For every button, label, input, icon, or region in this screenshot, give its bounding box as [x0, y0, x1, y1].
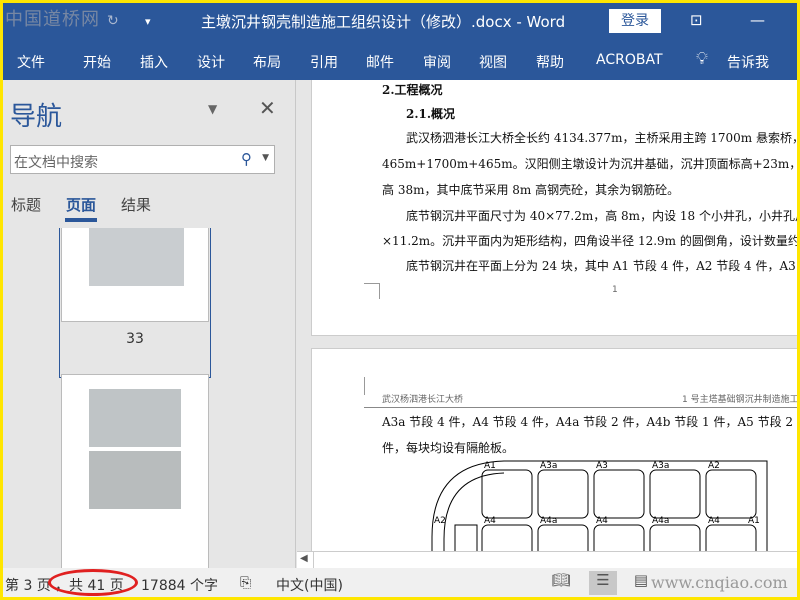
margin-mark	[364, 377, 365, 395]
customize-quick-access-icon[interactable]: ▾	[145, 15, 151, 28]
horizontal-scrollbar[interactable]: ◀	[297, 551, 797, 569]
nav-search-input[interactable]: 在文档中搜索 ⚲ ▼	[10, 145, 275, 174]
page-thumbnail-34[interactable]	[61, 374, 209, 568]
diagram-label: A4	[484, 516, 496, 526]
search-icon[interactable]: ⚲	[241, 150, 252, 168]
nav-title: 导航	[10, 102, 63, 132]
diagram-label: A3a	[652, 461, 669, 471]
thumbnail-image	[89, 389, 181, 447]
status-bar: 第 3 页 ，共 41 页 17884 个字 ⎘ 中文(中国) 📖︎ ☰ ▤ w…	[3, 568, 797, 597]
tab-mailings[interactable]: 邮件	[366, 52, 394, 72]
header-left: 武汉杨泗港长江大桥	[382, 395, 464, 405]
word-count[interactable]: 17884 个字	[141, 575, 218, 595]
thumbnail-image	[89, 451, 181, 509]
nav-tab-pages[interactable]: 页面	[66, 194, 96, 215]
tab-view[interactable]: 视图	[479, 52, 507, 72]
tell-me-button[interactable]: 告诉我	[727, 52, 769, 72]
caisson-plan-diagram: A1 A3a A3 A3a A2 A2 A4 A4a A4 A4a A4 A1	[431, 460, 768, 551]
search-placeholder: 在文档中搜索	[14, 155, 98, 171]
thumbnail-image	[89, 228, 184, 286]
ribbon-display-options-icon[interactable]: ⊡	[690, 11, 703, 29]
diagram-label: A4	[708, 516, 720, 526]
tab-references[interactable]: 引用	[310, 52, 338, 72]
redo-icon[interactable]: ↻	[107, 13, 119, 29]
paragraph-line: 底节钢沉井在平面上分为 24 块，其中 A1 节段 4 件，A2 节段 4 件，…	[406, 259, 797, 273]
paragraph-line: 底节钢沉井平面尺寸为 40×77.2m，高 8m，内设 18 个小井孔，小井孔尺…	[406, 209, 797, 223]
heading-2: 2.工程概况	[382, 83, 443, 97]
tab-help[interactable]: 帮助	[536, 52, 564, 72]
read-mode-icon[interactable]: 📖︎	[547, 571, 575, 595]
header-right: 1 号主塔基础钢沉井制造施工	[682, 395, 797, 405]
tab-design[interactable]: 设计	[197, 52, 225, 72]
nav-close-icon[interactable]: ✕	[259, 96, 276, 120]
paragraph-line: 高 38m，其中底节采用 8m 高钢壳砼，其余为钢筋砼。	[382, 183, 680, 197]
tab-acrobat[interactable]: ACROBAT	[596, 52, 663, 68]
page-footer-number: 1	[612, 285, 618, 295]
minimize-button[interactable]: —	[750, 11, 765, 29]
tab-file[interactable]: 文件	[17, 52, 45, 72]
paragraph-line: 武汉杨泗港长江大桥全长约 4134.377m，主桥采用主跨 1700m 悬索桥，…	[406, 131, 797, 145]
scroll-left-icon[interactable]: ◀	[300, 553, 308, 564]
page-thumbnails: 33	[59, 228, 211, 568]
tab-review[interactable]: 审阅	[423, 52, 451, 72]
margin-mark	[364, 283, 380, 299]
tab-insert[interactable]: 插入	[140, 52, 168, 72]
word-window: 中国道桥网 ↻ ▾ 主墩沉井钢壳制造施工组织设计（修改）.docx - Word…	[3, 3, 797, 597]
paragraph-line: 465m+1700m+465m。汉阳侧主墩设计为沉井基础，沉井顶面标高+23m，…	[382, 157, 797, 171]
page-thumbnail-33[interactable]	[61, 228, 209, 322]
login-button[interactable]: 登录	[609, 9, 661, 33]
diagram-label: A2	[708, 461, 720, 471]
watermark-logo: 中国道桥网	[5, 9, 100, 30]
paragraph-line: A3a 节段 4 件，A4 节段 4 件，A4a 节段 2 件，A4b 节段 1…	[382, 415, 797, 429]
title-bar: 中国道桥网 ↻ ▾ 主墩沉井钢壳制造施工组织设计（修改）.docx - Word…	[3, 3, 797, 40]
document-title: 主墩沉井钢壳制造施工组织设计（修改）.docx - Word	[201, 13, 566, 31]
paragraph-line: 件，每块均设有隔舱板。	[382, 441, 515, 455]
diagram-label: A3	[596, 461, 608, 471]
nav-tab-headings[interactable]: 标题	[11, 194, 41, 215]
search-options-icon[interactable]: ▼	[262, 153, 269, 163]
ribbon-tabs: 文件 开始 插入 设计 布局 引用 邮件 审阅 视图 帮助 ACROBAT 💡︎…	[3, 40, 797, 80]
document-area[interactable]: 2.工程概况 2.1.概况 武汉杨泗港长江大桥全长约 4134.377m，主桥采…	[297, 80, 797, 551]
navigation-pane: 导航 ▼ ✕ 在文档中搜索 ⚲ ▼ 标题 页面 结果 33	[3, 80, 296, 568]
paragraph-line: ×11.2m。沉井平面内为矩形结构，四角设半径 12.9m 的圆倒角，设计数量约…	[382, 234, 797, 248]
diagram-label: A4a	[652, 516, 669, 526]
proofing-icon[interactable]: ⎘	[240, 575, 251, 591]
diagram-label: A1	[484, 461, 496, 471]
active-tab-indicator	[65, 218, 97, 222]
diagram-label: A3a	[540, 461, 557, 471]
diagram-label: A4	[596, 516, 608, 526]
diagram-label: A1	[748, 516, 760, 526]
scroll-track[interactable]	[313, 552, 797, 569]
highlight-circle	[48, 569, 138, 596]
page-indicator[interactable]: 第 3 页	[5, 575, 51, 595]
page-2: 武汉杨泗港长江大桥 1 号主塔基础钢沉井制造施工 A3a 节段 4 件，A4 节…	[311, 348, 797, 551]
print-layout-icon[interactable]: ☰	[589, 571, 617, 595]
heading-2-1: 2.1.概况	[406, 107, 456, 121]
nav-tab-results[interactable]: 结果	[121, 194, 151, 215]
lightbulb-icon[interactable]: 💡︎	[696, 49, 708, 69]
tab-home[interactable]: 开始	[83, 52, 111, 72]
diagram-label: A4a	[540, 516, 557, 526]
tab-layout[interactable]: 布局	[253, 52, 281, 72]
thumbnail-page-number: 33	[126, 331, 144, 347]
diagram-label: A2	[434, 516, 446, 526]
header-rule	[364, 407, 797, 408]
nav-options-dropdown-icon[interactable]: ▼	[208, 102, 217, 116]
site-watermark: www.cnqiao.com	[651, 573, 788, 592]
page-1: 2.工程概况 2.1.概况 武汉杨泗港长江大桥全长约 4134.377m，主桥采…	[311, 80, 797, 336]
language-indicator[interactable]: 中文(中国)	[276, 575, 343, 595]
